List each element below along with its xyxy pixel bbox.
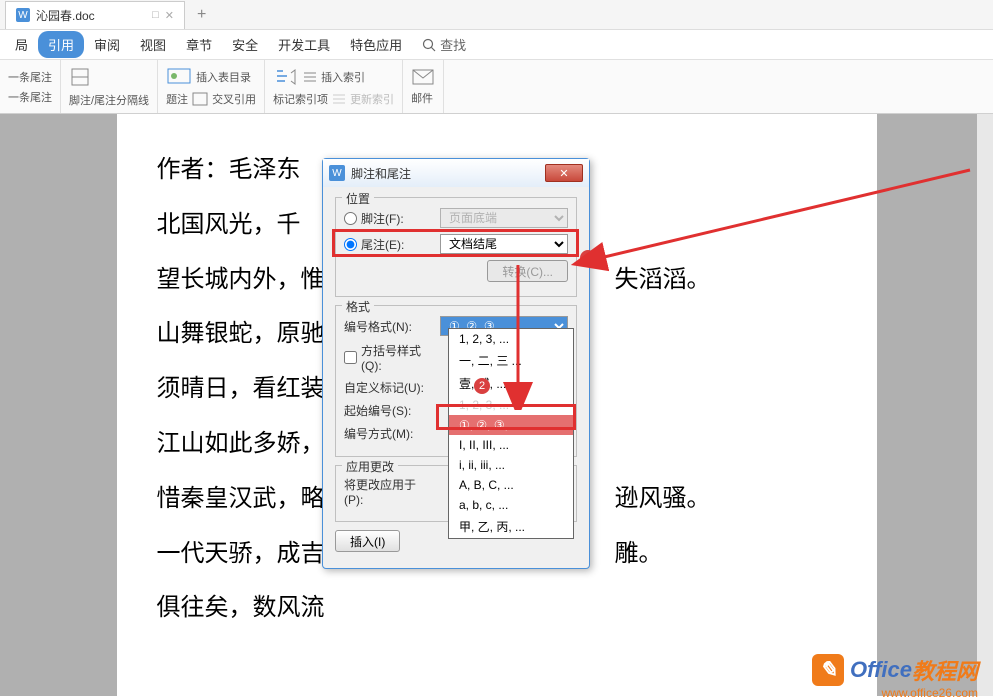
ribbon-insert-index[interactable]: 插入索引 <box>321 69 365 85</box>
insert-button[interactable]: 插入(I) <box>335 530 400 552</box>
menu-bar: 局 引用 审阅 视图 章节 安全 开发工具 特色应用 查找 <box>0 30 993 60</box>
position-fieldset: 位置 脚注(F): 页面底端 尾注(E): 文档结尾 转换(C)... <box>335 197 577 297</box>
tab-bar: W 沁园春.doc □ ✕ + <box>0 0 993 30</box>
start-label: 起始编号(S): <box>344 402 434 419</box>
watermark: ✎ Office教程网 www.office26.com <box>812 654 978 686</box>
menu-chapter[interactable]: 章节 <box>176 31 222 58</box>
ribbon-mail[interactable] <box>411 66 435 88</box>
menu-security[interactable]: 安全 <box>222 31 268 58</box>
update-index-icon <box>332 93 346 105</box>
watermark-url: www.office26.com <box>882 686 979 700</box>
method-label: 编号方式(M): <box>344 425 434 442</box>
apply-label: 将更改应用于(P): <box>344 476 434 507</box>
ribbon-group-separator: 脚注/尾注分隔线 <box>61 60 158 113</box>
dd-option[interactable]: 甲, 乙, 丙, ... <box>449 515 573 538</box>
dd-option[interactable]: a, b, c, ... <box>449 495 573 515</box>
doc-line: 俱往矣，数风流 <box>157 582 877 635</box>
mail-icon <box>411 68 435 86</box>
menu-special[interactable]: 特色应用 <box>340 31 412 58</box>
endnote-select[interactable]: 文档结尾 <box>440 234 568 254</box>
ribbon-toc[interactable]: 插入表目录 <box>196 69 251 85</box>
ribbon-separator-label: 脚注/尾注分隔线 <box>69 92 149 108</box>
crossref-icon <box>192 92 208 106</box>
menu-layout[interactable]: 局 <box>5 31 38 58</box>
ribbon-mail-label: 邮件 <box>411 90 433 106</box>
convert-button: 转换(C)... <box>487 260 568 282</box>
ribbon-update-index: 更新索引 <box>350 91 394 107</box>
position-legend: 位置 <box>342 190 374 207</box>
ribbon-endnote-2[interactable]: 一条尾注 <box>8 87 52 107</box>
ribbon-group-mail: 邮件 <box>403 60 444 113</box>
ribbon-separator[interactable] <box>69 64 149 90</box>
format-legend: 格式 <box>342 298 374 315</box>
ribbon-mark-index[interactable]: 标记索引项 <box>273 91 328 107</box>
menu-review[interactable]: 审阅 <box>84 31 130 58</box>
ribbon-group-index: 插入索引 标记索引项 更新索引 <box>265 60 403 113</box>
document-filename: 沁园春.doc <box>36 7 95 24</box>
vertical-scrollbar[interactable] <box>977 114 993 696</box>
ribbon-crossref[interactable]: 交叉引用 <box>212 91 256 107</box>
dd-option[interactable]: i, ii, iii, ... <box>449 455 573 475</box>
endnote-radio-label[interactable]: 尾注(E): <box>344 236 434 253</box>
dd-option[interactable]: 一, 二, 三 ... <box>449 349 573 372</box>
dd-option[interactable]: 1, 2, 3, ... <box>449 329 573 349</box>
dd-option[interactable]: 壹, 贰, ... <box>449 372 573 395</box>
dd-option-selected[interactable]: ①, ②, ③, ... <box>449 415 573 435</box>
ribbon: 一条尾注 一条尾注 脚注/尾注分隔线 插入表目录 题注 交叉引用 插入索引 标记… <box>0 60 993 114</box>
ribbon-endnote-1[interactable]: 一条尾注 <box>8 67 52 87</box>
watermark-text2: 教程网 <box>912 654 978 686</box>
tab-controls: □ ✕ <box>152 9 174 22</box>
search-icon <box>422 38 436 52</box>
footnote-select: 页面底端 <box>440 208 568 228</box>
apply-legend: 应用更改 <box>342 458 398 475</box>
tab-pin-icon[interactable]: □ <box>152 9 159 22</box>
caption-icon[interactable] <box>166 67 192 87</box>
dd-option[interactable]: I, II, III, ... <box>449 435 573 455</box>
ribbon-group-endnote: 一条尾注 一条尾注 <box>0 60 61 113</box>
dd-option[interactable]: A, B, C, ... <box>449 475 573 495</box>
watermark-text1: Office <box>850 657 912 683</box>
footnote-radio-label[interactable]: 脚注(F): <box>344 210 434 227</box>
numfmt-label: 编号格式(N): <box>344 318 434 335</box>
custom-label: 自定义标记(U): <box>344 379 434 396</box>
document-tab[interactable]: W 沁园春.doc □ ✕ <box>5 1 185 29</box>
search-button[interactable]: 查找 <box>412 35 476 54</box>
footnote-radio[interactable] <box>344 212 357 225</box>
dialog-close-button[interactable]: ✕ <box>545 164 583 182</box>
menu-references[interactable]: 引用 <box>38 31 84 58</box>
bracket-checkbox[interactable] <box>344 351 357 364</box>
watermark-icon: ✎ <box>812 654 844 686</box>
wps-doc-icon: W <box>16 8 30 22</box>
dialog-title-text: 脚注和尾注 <box>351 165 411 182</box>
menu-view[interactable]: 视图 <box>130 31 176 58</box>
mark-index-icon[interactable] <box>273 67 299 87</box>
numfmt-dropdown-list[interactable]: 1, 2, 3, ... 一, 二, 三 ... 壹, 贰, ... 1, 2,… <box>448 328 574 539</box>
wps-icon: W <box>329 165 345 181</box>
endnote-radio[interactable] <box>344 238 357 251</box>
ribbon-caption-label[interactable]: 题注 <box>166 91 188 107</box>
insert-index-icon <box>303 71 317 83</box>
new-tab-button[interactable]: + <box>185 6 218 24</box>
search-label: 查找 <box>440 35 466 54</box>
menu-devtools[interactable]: 开发工具 <box>268 31 340 58</box>
ribbon-group-caption: 插入表目录 题注 交叉引用 <box>158 60 265 113</box>
dialog-titlebar[interactable]: W 脚注和尾注 ✕ <box>323 159 589 187</box>
dd-option-partial[interactable]: 1, 2, 3, ... <box>449 395 573 415</box>
bracket-label[interactable]: 方括号样式(Q): <box>344 342 434 373</box>
tab-close-icon[interactable]: ✕ <box>165 9 174 22</box>
separator-icon <box>69 66 91 88</box>
